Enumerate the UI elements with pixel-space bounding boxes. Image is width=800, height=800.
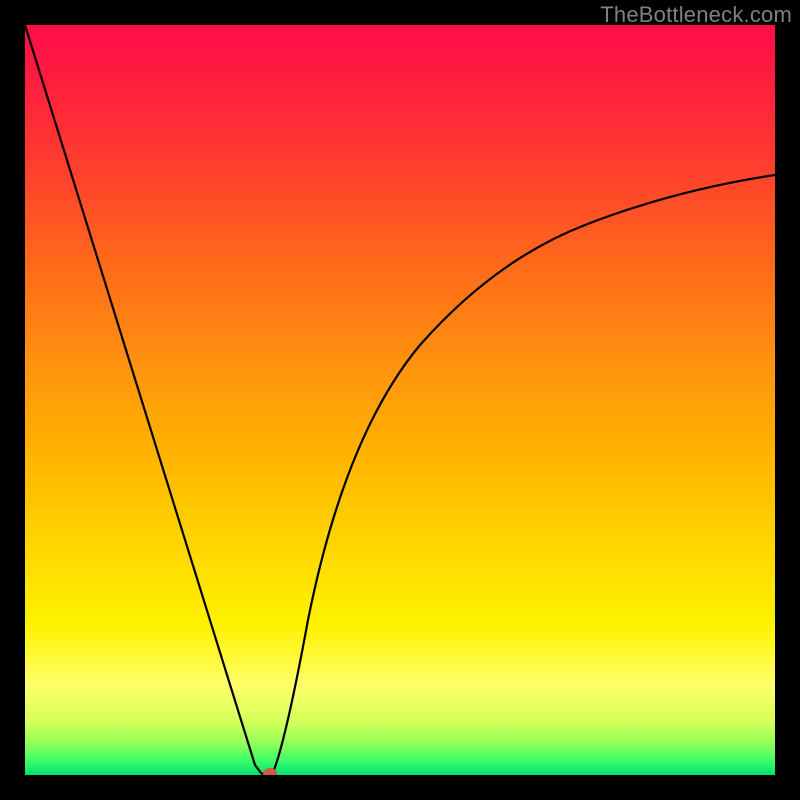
attribution-text: TheBottleneck.com: [600, 2, 792, 28]
plot-area: [25, 25, 775, 775]
bottleneck-curve: [25, 25, 775, 775]
curve-right-branch: [272, 175, 775, 775]
curve-left-branch: [25, 25, 265, 775]
chart-frame: TheBottleneck.com: [0, 0, 800, 800]
